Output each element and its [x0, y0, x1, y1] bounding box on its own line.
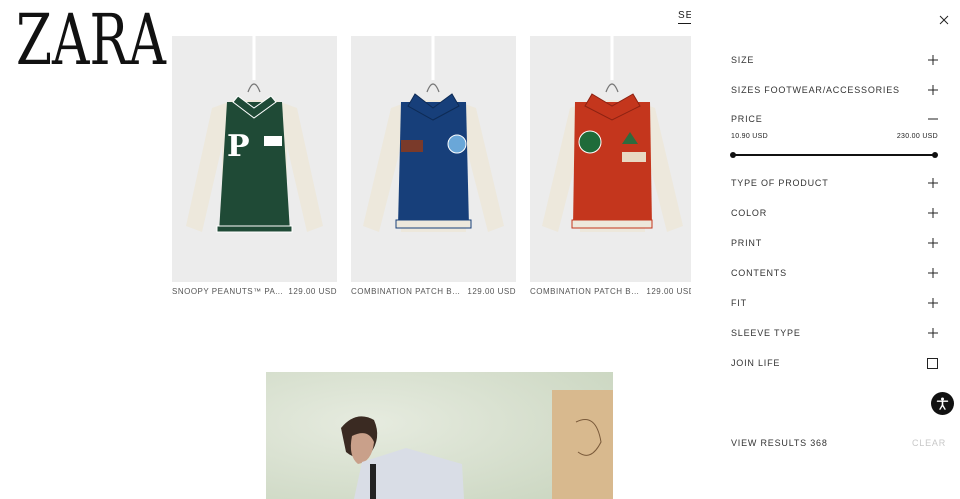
- close-icon[interactable]: [936, 12, 952, 28]
- product-image[interactable]: [351, 36, 516, 282]
- filter-sleeve-type[interactable]: SLEEVE TYPE: [731, 325, 938, 341]
- plus-icon[interactable]: [928, 178, 938, 188]
- filter-label: PRICE: [731, 114, 763, 124]
- plus-icon[interactable]: [928, 298, 938, 308]
- product-image[interactable]: [530, 36, 695, 282]
- filter-label: TYPE OF PRODUCT: [731, 178, 829, 188]
- filter-fit[interactable]: FIT: [731, 295, 938, 311]
- filter-label: CONTENTS: [731, 268, 787, 278]
- svg-text:P: P: [227, 129, 250, 164]
- product-card[interactable]: COMBINATION PATCH BOMBER J... 129.00 USD: [530, 36, 695, 296]
- filter-type-of-product[interactable]: TYPE OF PRODUCT: [731, 175, 938, 191]
- filter-join-life[interactable]: JOIN LIFE: [731, 355, 938, 371]
- filter-size[interactable]: SIZE: [731, 52, 938, 68]
- svg-text:ZARA: ZARA: [16, 6, 167, 70]
- filter-print[interactable]: PRINT: [731, 235, 938, 251]
- product-price: 129.00 USD: [467, 287, 516, 296]
- filter-label: JOIN LIFE: [731, 358, 781, 368]
- filters-panel: SIZE SIZES FOOTWEAR/ACCESSORIES PRICE 10…: [691, 0, 960, 499]
- product-card[interactable]: P SNOOPY PEANUTS™ PATCH BO... 129.00 USD: [172, 36, 337, 296]
- filter-price[interactable]: PRICE: [731, 111, 938, 127]
- plus-icon[interactable]: [928, 85, 938, 95]
- product-image[interactable]: P: [172, 36, 337, 282]
- product-price: 129.00 USD: [646, 287, 695, 296]
- clear-button[interactable]: CLEAR: [912, 438, 946, 448]
- plus-icon[interactable]: [928, 208, 938, 218]
- plus-icon[interactable]: [928, 238, 938, 248]
- filter-contents[interactable]: CONTENTS: [731, 265, 938, 281]
- plus-icon[interactable]: [928, 328, 938, 338]
- price-slider-max-handle[interactable]: [932, 152, 938, 158]
- price-slider-min-handle[interactable]: [730, 152, 736, 158]
- product-card[interactable]: COMBINATION PATCH BOMBER J... 129.00 USD: [351, 36, 516, 296]
- filter-label: PRINT: [731, 238, 762, 248]
- filter-label: SIZES FOOTWEAR/ACCESSORIES: [731, 85, 900, 95]
- filter-color[interactable]: COLOR: [731, 205, 938, 221]
- product-name[interactable]: COMBINATION PATCH BOMBER J...: [530, 287, 645, 296]
- filter-label: SIZE: [731, 55, 755, 65]
- filter-label: FIT: [731, 298, 747, 308]
- minus-icon[interactable]: [928, 114, 938, 124]
- plus-icon[interactable]: [928, 268, 938, 278]
- zara-logo[interactable]: ZARA: [16, 0, 172, 81]
- filter-label: COLOR: [731, 208, 768, 218]
- product-name[interactable]: SNOOPY PEANUTS™ PATCH BO...: [172, 287, 287, 296]
- plus-icon[interactable]: [928, 55, 938, 65]
- price-range-values: 10.90 USD 230.00 USD: [731, 133, 938, 140]
- price-max: 230.00 USD: [896, 133, 938, 140]
- filter-label: SLEEVE TYPE: [731, 328, 801, 338]
- editorial-image[interactable]: [266, 372, 613, 499]
- product-price: 129.00 USD: [288, 287, 337, 296]
- price-slider[interactable]: [730, 152, 938, 158]
- product-name[interactable]: COMBINATION PATCH BOMBER J...: [351, 287, 466, 296]
- filter-sizes-footwear-accessories[interactable]: SIZES FOOTWEAR/ACCESSORIES: [731, 82, 938, 98]
- accessibility-icon[interactable]: [931, 392, 954, 415]
- price-min: 10.90 USD: [731, 133, 768, 140]
- join-life-checkbox[interactable]: [927, 357, 938, 369]
- view-results-button[interactable]: VIEW RESULTS 368: [731, 438, 828, 448]
